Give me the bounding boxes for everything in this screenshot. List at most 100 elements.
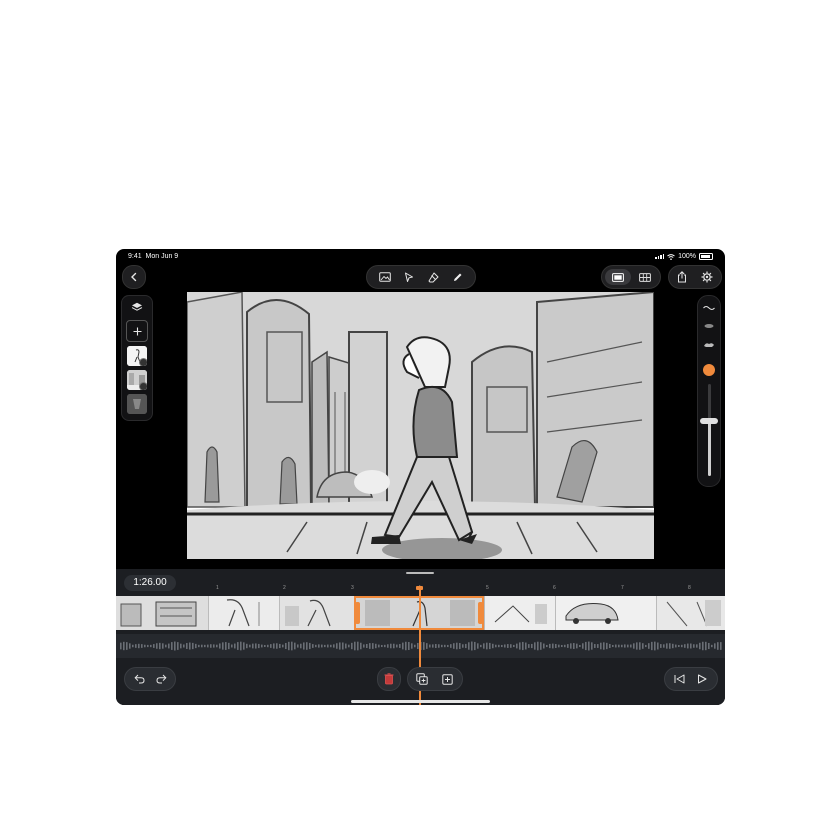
frame-thumbnail[interactable] [657, 596, 725, 630]
eraser-tool-button[interactable] [425, 269, 441, 285]
waveform-bar [642, 643, 644, 649]
waveform-bar [513, 644, 515, 648]
waveform-bar [309, 642, 311, 650]
brush-size-slider[interactable] [708, 384, 711, 476]
share-icon [678, 271, 686, 283]
frame-thumbnail[interactable] [556, 596, 657, 630]
back-button[interactable] [122, 265, 146, 289]
waveform-bar [429, 644, 431, 648]
delete-frame-button[interactable] [377, 667, 401, 691]
layer-thumbnail[interactable] [127, 370, 147, 390]
waveform-bar [252, 643, 254, 649]
waveform-bar [705, 641, 707, 651]
waveform-bar [666, 643, 668, 649]
brush-preset-button[interactable] [701, 338, 717, 350]
frame-sketch [209, 596, 279, 630]
waveform-bar [210, 644, 212, 648]
waveform-bar [489, 642, 491, 650]
waveform-bar [207, 644, 209, 648]
waveform-bar [408, 642, 410, 650]
waveform-bar [240, 641, 242, 651]
grid-view-button[interactable] [637, 270, 653, 284]
waveform-bar [426, 643, 428, 649]
waveform-bar [582, 643, 584, 649]
waveform-bar [261, 644, 263, 648]
frame-thumbnail[interactable] [485, 596, 556, 630]
brush-preset-button[interactable] [701, 302, 717, 314]
waveform-bar [330, 644, 332, 648]
layer-thumbnail[interactable] [127, 346, 147, 366]
ruler-mark: 1 [216, 585, 219, 591]
waveform-bar [654, 641, 656, 651]
trim-handle-left[interactable] [355, 602, 360, 624]
waveform-bar [636, 642, 638, 650]
select-tool-button[interactable] [401, 269, 417, 285]
settings-button[interactable] [699, 269, 715, 285]
pencil-tool-button[interactable] [449, 269, 465, 285]
waveform-bar [606, 642, 608, 650]
ruler-mark: 7 [621, 585, 624, 591]
waveform-bar [135, 644, 137, 648]
waveform-bar [354, 641, 356, 651]
add-frame-button[interactable] [439, 671, 455, 687]
redo-icon [155, 674, 167, 684]
waveform-bar [720, 642, 722, 650]
ruler-mark: 6 [553, 585, 556, 591]
waveform-bar [183, 644, 185, 648]
waveform-bar [255, 643, 257, 649]
waveform-bar [537, 641, 539, 651]
brush-size-fill [708, 420, 711, 476]
image-icon [379, 272, 391, 282]
waveform-bar [615, 644, 617, 648]
waveform-bar [594, 644, 596, 648]
waveform-bar [486, 642, 488, 650]
image-tool-button[interactable] [377, 269, 393, 285]
waveform-bar [573, 643, 575, 649]
layers-button[interactable] [129, 300, 145, 314]
waveform-bar [423, 642, 425, 650]
waveform-bar [660, 644, 662, 648]
brush-preset-button[interactable] [701, 320, 717, 332]
audio-waveform-track[interactable] [116, 634, 725, 658]
redo-button[interactable] [153, 671, 169, 687]
waveform-bar [612, 644, 614, 648]
waveform-bar [225, 642, 227, 650]
color-swatch[interactable] [703, 364, 715, 376]
waveform-bar [402, 642, 404, 650]
play-button[interactable] [694, 671, 710, 687]
duplicate-frame-button[interactable] [414, 671, 430, 687]
timeline-drag-handle[interactable] [406, 572, 434, 574]
step-back-button[interactable] [671, 671, 687, 687]
waveform-bar [657, 642, 659, 650]
add-layer-button[interactable] [126, 320, 148, 342]
timeline-ruler[interactable]: 1 2 3 4 5 6 7 8 9 [176, 585, 725, 596]
frame-thumbnail[interactable] [209, 596, 280, 630]
ruler-mark: 2 [283, 585, 286, 591]
waveform-bar [699, 642, 701, 650]
waveform-bar [351, 642, 353, 650]
waveform-bar [465, 643, 467, 649]
waveform-bar [156, 643, 158, 649]
brush-size-handle[interactable] [700, 417, 718, 424]
waveform-bar [708, 642, 710, 650]
layer-thumbnail[interactable] [127, 394, 147, 414]
waveform-bar [684, 644, 686, 648]
drawing-canvas[interactable] [187, 292, 654, 559]
share-button[interactable] [674, 269, 690, 285]
waveform-bar [375, 643, 377, 649]
trim-handle-right[interactable] [478, 602, 483, 624]
frame-thumbnail[interactable] [280, 596, 355, 630]
waveform-bar [528, 644, 530, 648]
waveform-bar [357, 641, 359, 651]
single-view-button[interactable] [610, 270, 626, 284]
frame-thumbnail[interactable] [116, 596, 209, 630]
waveform-bar [339, 642, 341, 650]
waveform-bar [543, 643, 545, 649]
undo-button[interactable] [131, 671, 147, 687]
battery-percent: 100% [678, 253, 696, 260]
visibility-icon[interactable] [139, 382, 147, 390]
waveform-bar [477, 643, 479, 649]
visibility-icon[interactable] [139, 358, 147, 366]
waveform-bar [387, 644, 389, 648]
waveform-bar [168, 643, 170, 649]
